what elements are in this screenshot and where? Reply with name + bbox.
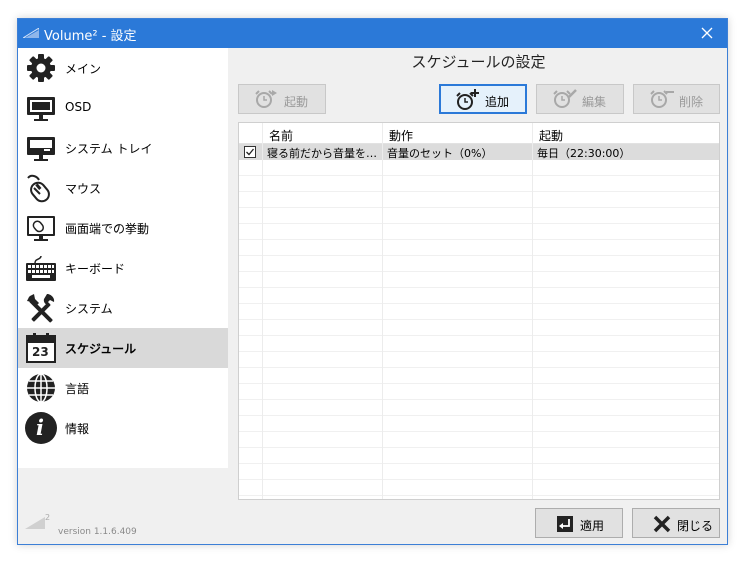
sidebar-item-label: システム トレイ <box>65 142 153 156</box>
sidebar-item-label: システム <box>65 302 113 316</box>
column-header-trigger[interactable]: 起動 <box>539 127 563 144</box>
calendar-day: 23 <box>32 345 49 359</box>
apply-button[interactable]: 適用 <box>535 508 623 538</box>
column-divider <box>262 123 263 499</box>
empty-row <box>239 480 719 496</box>
delete-button-label: 削除 <box>679 95 704 109</box>
alarm-add-icon <box>456 89 479 110</box>
start-button-label: 起動 <box>284 95 309 109</box>
empty-row <box>239 336 719 352</box>
table-header: 名前 動作 起動 <box>239 123 719 144</box>
sidebar-item-label: スケジュール <box>65 342 137 356</box>
edit-button[interactable]: 編集 <box>536 84 624 114</box>
empty-row <box>239 240 719 256</box>
sidebar-item-label: 言語 <box>65 382 90 396</box>
sidebar-item-mouse[interactable]: マウス <box>18 168 228 208</box>
screen-edge-icon <box>27 216 55 241</box>
tools-icon <box>27 294 55 323</box>
sidebar-item-osd[interactable]: OSD <box>18 88 228 128</box>
empty-row <box>239 432 719 448</box>
empty-row <box>239 176 719 192</box>
sidebar-item-schedule[interactable]: 23 スケジュール <box>18 328 228 368</box>
empty-row <box>239 352 719 368</box>
row-action-cell: 音量のセット（0%） <box>387 147 493 160</box>
start-button[interactable]: 起動 <box>238 84 326 114</box>
row-enabled-checkbox[interactable] <box>244 146 256 158</box>
close-x-icon <box>653 515 671 533</box>
empty-row <box>239 304 719 320</box>
sidebar-item-label: 情報 <box>65 422 90 436</box>
empty-row <box>239 272 719 288</box>
close-icon <box>701 27 713 39</box>
calendar-icon: 23 <box>25 332 57 364</box>
checkmark-icon <box>246 148 255 156</box>
sidebar-item-info[interactable]: i 情報 <box>18 408 228 448</box>
sidebar-item-system-tray[interactable]: システム トレイ <box>18 128 228 168</box>
sidebar-item-main[interactable]: メイン <box>18 48 228 88</box>
empty-row <box>239 208 719 224</box>
empty-row <box>239 160 719 176</box>
volume-app-icon <box>23 28 39 38</box>
empty-row <box>239 448 719 464</box>
info-icon: i <box>25 412 57 444</box>
sidebar-item-label: OSD <box>65 100 92 114</box>
apply-button-label: 適用 <box>580 519 605 533</box>
column-divider <box>532 123 533 499</box>
page-title: スケジュールの設定 <box>411 53 546 71</box>
sidebar-item-label: メイン <box>65 62 102 76</box>
settings-sidebar: メイン OSD システム トレイ マウス 画面端での挙動 キーボード システム … <box>18 48 228 468</box>
gear-icon <box>27 54 55 82</box>
empty-row <box>239 368 719 384</box>
column-header-name[interactable]: 名前 <box>269 127 293 144</box>
close-window-button[interactable] <box>687 19 727 48</box>
empty-row <box>239 320 719 336</box>
row-name-cell: 寝る前だから音量を… <box>267 147 377 160</box>
sidebar-item-label: キーボード <box>65 262 126 276</box>
empty-row <box>239 400 719 416</box>
settings-window: Volume² - 設定 メイン OSD システム トレイ マウス 画面端での挙… <box>17 18 728 545</box>
version-info: 2 version 1.1.6.409 <box>18 499 228 544</box>
empty-row <box>239 496 719 499</box>
system-tray-icon <box>27 137 55 161</box>
column-divider <box>382 123 383 499</box>
volume-logo-icon <box>25 517 45 529</box>
alarm-delete-icon <box>650 90 674 108</box>
sidebar-item-screen-edge[interactable]: 画面端での挙動 <box>18 208 228 248</box>
logo-superscript: 2 <box>45 513 51 522</box>
title-bar[interactable]: Volume² - 設定 <box>18 19 727 48</box>
empty-row <box>239 256 719 272</box>
column-header-action[interactable]: 動作 <box>389 127 413 144</box>
info-glyph: i <box>36 415 44 440</box>
version-text: version 1.1.6.409 <box>58 527 137 537</box>
alarm-edit-icon <box>553 89 577 108</box>
window-title: Volume² - 設定 <box>44 29 137 44</box>
empty-row <box>239 224 719 240</box>
empty-row <box>239 192 719 208</box>
empty-row <box>239 288 719 304</box>
sidebar-item-label: マウス <box>65 182 102 196</box>
sidebar-item-label: 画面端での挙動 <box>65 222 150 236</box>
schedule-panel: スケジュールの設定 起動 追加 編集 削除 名前 動作 起動 寝る前だから音量を… <box>230 48 727 544</box>
monitor-icon <box>27 97 55 121</box>
schedule-table[interactable]: 名前 動作 起動 寝る前だから音量を… 音量のセット（0%） 毎日（22:30:… <box>238 122 720 500</box>
keyboard-icon <box>26 255 56 281</box>
add-button[interactable]: 追加 <box>439 84 527 114</box>
mouse-icon <box>27 174 50 203</box>
edit-button-label: 編集 <box>582 95 607 109</box>
empty-row <box>239 464 719 480</box>
globe-icon <box>27 373 55 403</box>
sidebar-item-system[interactable]: システム <box>18 288 228 328</box>
empty-row <box>239 384 719 400</box>
row-trigger-cell: 毎日（22:30:00） <box>537 147 631 160</box>
apply-arrow-icon <box>557 516 573 532</box>
sidebar-item-language[interactable]: 言語 <box>18 368 228 408</box>
table-row[interactable]: 寝る前だから音量を… 音量のセット（0%） 毎日（22:30:00） <box>239 144 719 160</box>
sidebar-item-keyboard[interactable]: キーボード <box>18 248 228 288</box>
empty-row <box>239 416 719 432</box>
add-button-label: 追加 <box>485 95 510 109</box>
alarm-play-icon <box>255 90 277 108</box>
delete-button[interactable]: 削除 <box>633 84 720 114</box>
close-button[interactable]: 閉じる <box>632 508 720 538</box>
close-button-label: 閉じる <box>677 519 714 533</box>
